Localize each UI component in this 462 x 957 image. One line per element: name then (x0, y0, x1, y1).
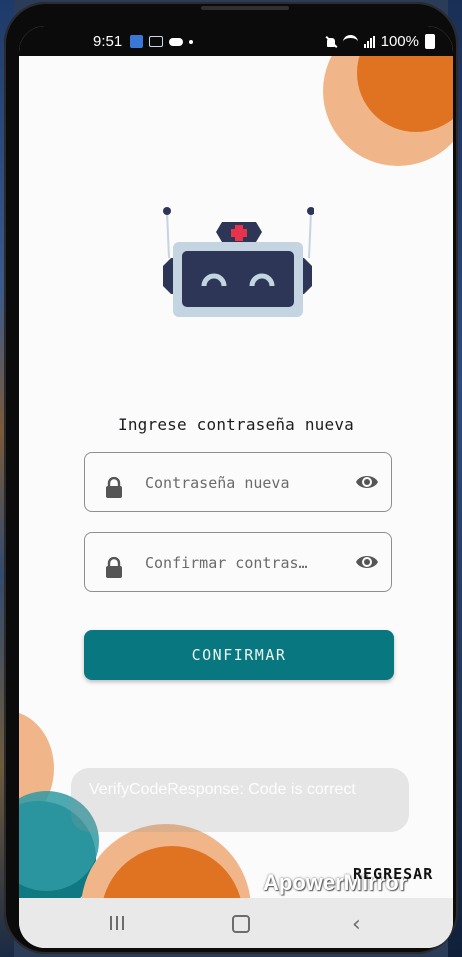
signal-icon (363, 35, 375, 48)
navigation-bar: ‹ (19, 898, 453, 948)
recent-apps-icon[interactable] (110, 916, 124, 930)
back-icon[interactable]: ‹ (352, 912, 361, 937)
lock-icon (106, 557, 122, 578)
status-system-icons: 100% (325, 33, 435, 50)
dot-icon (189, 39, 193, 44)
wifi-icon (342, 34, 358, 49)
speaker-notch (201, 6, 289, 10)
app-content: Ingrese contraseña nueva CONFIRMAR Verif… (19, 56, 453, 898)
mute-icon (325, 36, 337, 48)
screen: 9:51 100% Ingrese contraseña nueva CONFI… (19, 26, 453, 948)
toast-text: VerifyCodeResponse: Code is correct (89, 781, 356, 798)
confirm-button[interactable]: CONFIRMAR (84, 630, 394, 680)
status-bar: 9:51 100% (19, 26, 453, 56)
status-notification-icons (130, 35, 193, 48)
new-password-input[interactable] (143, 471, 337, 495)
back-button[interactable]: REGRESAR (347, 864, 439, 884)
robot-logo-icon (163, 207, 314, 317)
home-icon[interactable] (232, 915, 250, 933)
cloud-icon (169, 37, 183, 46)
eye-icon[interactable] (355, 552, 379, 572)
voicemail-icon (149, 36, 163, 47)
eye-icon[interactable] (355, 472, 379, 492)
gallery-icon (130, 35, 143, 48)
confirm-password-input[interactable] (143, 551, 337, 575)
battery-icon (425, 34, 435, 49)
phone-frame: 9:51 100% Ingrese contraseña nueva CONFI… (4, 2, 458, 954)
page-title: Ingrese contraseña nueva (118, 415, 354, 434)
battery-text: 100% (380, 33, 419, 50)
new-password-field[interactable] (84, 452, 392, 512)
lock-icon (106, 477, 122, 498)
toast-message: VerifyCodeResponse: Code is correct (71, 768, 409, 832)
confirm-password-field[interactable] (84, 532, 392, 592)
status-time: 9:51 (93, 33, 123, 50)
